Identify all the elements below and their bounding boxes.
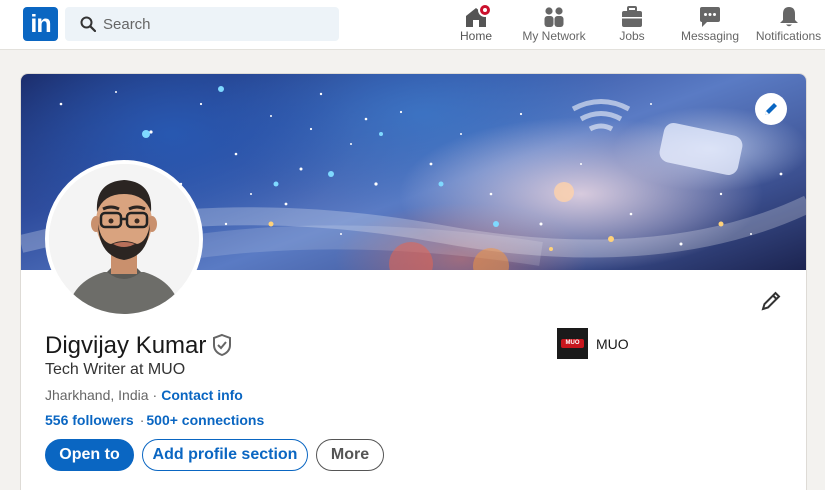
avatar-image (49, 164, 199, 314)
profile-name: Digvijay Kumar (45, 332, 207, 359)
network-icon (544, 7, 564, 27)
nav-my-network-label: My Network (522, 29, 586, 43)
nav-home-label: Home (459, 29, 492, 43)
search-box[interactable] (65, 7, 339, 41)
network-stats-row: 556 followers · 500+ connections (45, 412, 264, 428)
company-logo-mark: MUO (561, 339, 584, 348)
nav-notifications[interactable]: Notifications (752, 4, 825, 48)
pencil-icon (765, 103, 777, 115)
nav-notifications-label: Notifications (755, 29, 822, 43)
add-profile-section-button[interactable]: Add profile section (142, 439, 308, 471)
location-row: Jharkhand, India · Contact info (45, 387, 243, 403)
nav-jobs[interactable]: Jobs (610, 4, 654, 48)
profile-location: Jharkhand, India (45, 387, 149, 403)
nav-messaging[interactable]: Messaging (677, 4, 743, 48)
briefcase-icon (622, 6, 642, 27)
open-to-button[interactable]: Open to (45, 439, 134, 471)
notification-badge (478, 3, 492, 17)
separator: · (152, 387, 158, 403)
bell-icon (779, 7, 798, 27)
followers-link[interactable]: 556 followers (45, 412, 134, 428)
profile-avatar[interactable] (45, 160, 203, 318)
top-nav-bar: in Home My Network Jobs (0, 0, 825, 50)
linkedin-logo[interactable]: in (23, 7, 58, 41)
search-icon (80, 16, 96, 32)
search-input[interactable] (103, 7, 328, 41)
verified-shield-icon[interactable] (211, 333, 233, 357)
nav-home[interactable]: Home (450, 3, 502, 48)
connections-link[interactable]: 500+ connections (146, 412, 264, 428)
nav-jobs-label: Jobs (619, 29, 645, 43)
nav-my-network[interactable]: My Network (517, 4, 591, 48)
profile-card: Digvijay Kumar Tech Writer at MUO Jharkh… (20, 73, 807, 490)
edit-intro-pencil-icon[interactable] (760, 290, 782, 312)
separator: · (139, 412, 145, 428)
profile-headline: Tech Writer at MUO (45, 361, 186, 378)
nav-messaging-label: Messaging (680, 29, 740, 43)
company-logo: MUO (557, 328, 588, 359)
more-button[interactable]: More (316, 439, 384, 471)
company-name: MUO (596, 336, 629, 352)
contact-info-link[interactable]: Contact info (161, 387, 243, 403)
chat-icon (700, 7, 720, 27)
edit-banner-button[interactable] (755, 93, 787, 125)
